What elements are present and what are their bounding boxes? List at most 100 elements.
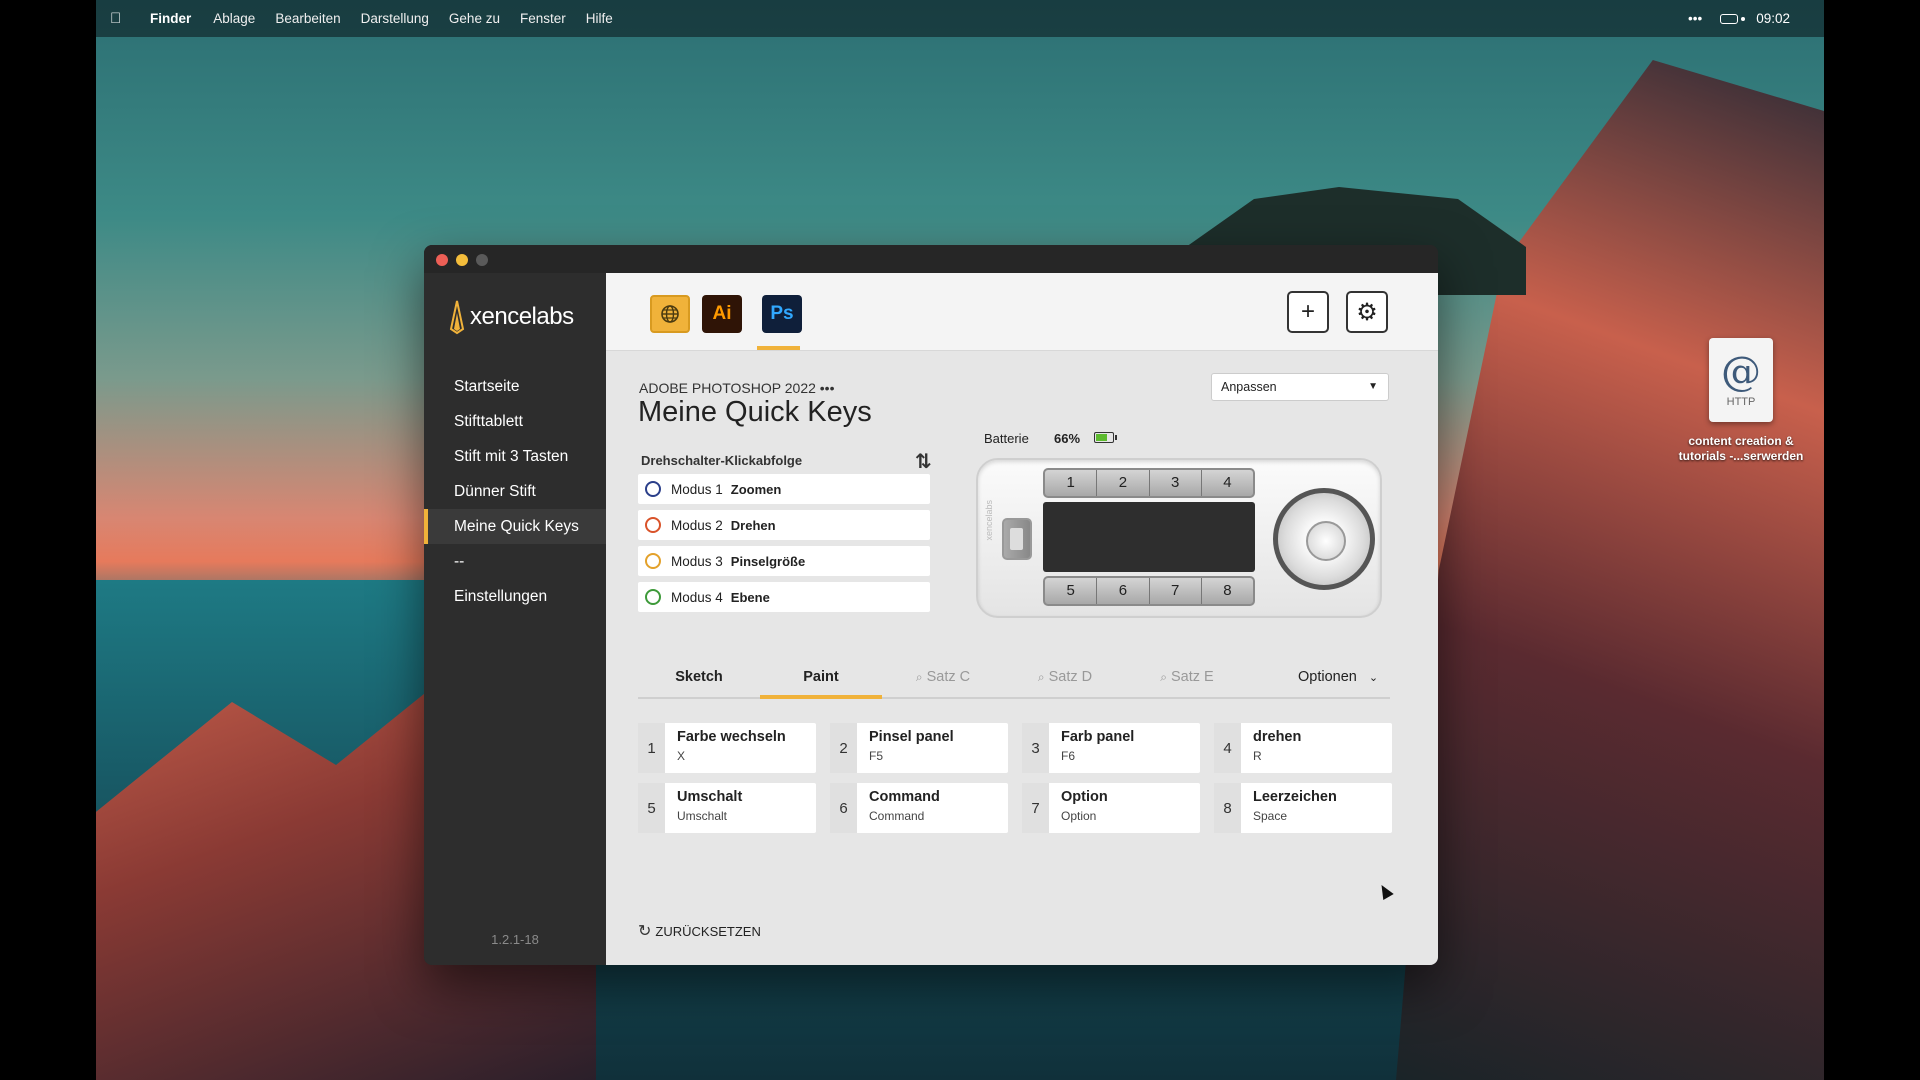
options-dropdown[interactable]: Optionen ⌄ <box>1298 657 1378 698</box>
remote-dial[interactable] <box>1273 488 1375 590</box>
desktop-file-icon[interactable]: @ HTTP content creation & tutorials -...… <box>1666 338 1816 464</box>
key-name: Command <box>869 789 940 805</box>
sidebar-item-duenner-stift[interactable]: Dünner Stift <box>424 474 606 509</box>
mode-label: Modus 3 <box>671 553 723 569</box>
file-type-label: HTTP <box>1726 396 1756 408</box>
tab-satz-d[interactable]: ⌕ Satz D <box>1004 657 1126 697</box>
chevron-down-icon: ⌄ <box>1368 672 1379 684</box>
dial-mode-3[interactable]: Modus 3 Pinselgröße <box>638 546 930 576</box>
sidebar-item-startseite[interactable]: Startseite <box>424 369 606 404</box>
tab-satz-c[interactable]: ⌕ Satz C <box>882 657 1004 697</box>
menu-ablage[interactable]: Ablage <box>213 11 255 26</box>
set-tabs: Sketch Paint ⌕ Satz C ⌕ Satz D ⌕ Satz E Opt… <box>638 657 1390 699</box>
desktop-file-label-line1: content creation & <box>1688 434 1794 448</box>
flame-logo-icon <box>449 300 465 335</box>
key-number: 6 <box>830 783 857 833</box>
tab-paint[interactable]: Paint <box>760 657 882 699</box>
menu-darstellung[interactable]: Darstellung <box>361 11 429 26</box>
reorder-icon[interactable]: ⇅ <box>915 449 932 474</box>
desktop-file-label-line2: tutorials -...serwerden <box>1678 449 1804 463</box>
http-file-icon: @ HTTP <box>1709 338 1773 422</box>
illustrator-app-tab[interactable]: Ai <box>702 295 742 333</box>
global-app-tab[interactable] <box>650 295 690 333</box>
page-title: Meine Quick Keys <box>638 396 872 428</box>
menu-clock[interactable]: 09:02 <box>1756 11 1790 26</box>
quick-key-3[interactable]: 3 Farb panel F6 <box>1022 723 1200 773</box>
close-window-button[interactable] <box>436 254 448 266</box>
sidebar-item-placeholder[interactable]: -- <box>424 544 606 579</box>
remote-key-4[interactable]: 4 <box>1202 470 1253 496</box>
quick-key-6[interactable]: 6 Command Command <box>830 783 1008 833</box>
key-number: 4 <box>1214 723 1241 773</box>
key-shortcut: Option <box>1061 809 1097 823</box>
key-name: Pinsel panel <box>869 729 954 745</box>
quick-key-1[interactable]: 1 Farbe wechseln X <box>638 723 816 773</box>
remote-key-6[interactable]: 6 <box>1097 578 1150 604</box>
reset-button[interactable]: ↻ ZURÜCKSETZEN <box>638 921 761 941</box>
battery-label: Batterie <box>984 431 1029 446</box>
quick-key-8[interactable]: 8 Leerzeichen Space <box>1214 783 1392 833</box>
current-app-name[interactable]: ADOBE PHOTOSHOP 2022 ••• <box>639 380 834 396</box>
tab-sketch[interactable]: Sketch <box>638 657 760 697</box>
sidebar-item-stift-mit-3-tasten[interactable]: Stift mit 3 Tasten <box>424 439 606 474</box>
key-shortcut: X <box>677 749 686 763</box>
key-name: Option <box>1061 789 1108 805</box>
sidebar-item-einstellungen[interactable]: Einstellungen <box>424 579 606 614</box>
remote-key-8[interactable]: 8 <box>1202 578 1253 604</box>
remote-key-5[interactable]: 5 <box>1045 578 1098 604</box>
xencelabs-window: xencelabs Startseite Stifttablett Stift … <box>424 245 1438 965</box>
reset-label: ZURÜCKSETZEN <box>655 923 761 939</box>
add-app-button[interactable]: + <box>1287 291 1329 333</box>
quick-key-5[interactable]: 5 Umschalt Umschalt <box>638 783 816 833</box>
key-number: 8 <box>1214 783 1241 833</box>
menu-app-name[interactable]: Finder <box>150 11 191 26</box>
minimize-window-button[interactable] <box>456 254 468 266</box>
remote-key-7[interactable]: 7 <box>1150 578 1202 604</box>
tab-label: Satz C <box>926 669 971 685</box>
menu-bar:  Finder Ablage Bearbeiten Darstellung G… <box>96 0 1824 37</box>
photoshop-app-tab[interactable]: Ps <box>762 295 802 333</box>
key-name: Leerzeichen <box>1253 789 1337 805</box>
tab-label: Satz E <box>1171 669 1214 685</box>
remote-key-2[interactable]: 2 <box>1097 470 1150 496</box>
dial-mode-1[interactable]: Modus 1 Zoomen <box>638 474 930 504</box>
dial-mode-4[interactable]: Modus 4 Ebene <box>638 582 930 612</box>
battery-percent: 66% <box>1054 431 1081 446</box>
tab-satz-e[interactable]: ⌕ Satz E <box>1126 657 1248 697</box>
profile-select[interactable]: Anpassen ▼ <box>1211 373 1389 401</box>
mode-label: Modus 1 <box>671 481 723 497</box>
link-icon: ⌕ <box>915 670 923 684</box>
key-shortcut: Umschalt <box>677 809 728 823</box>
key-number: 2 <box>830 723 857 773</box>
key-name: Umschalt <box>677 789 743 805</box>
remote-top-keys: 1 2 3 4 <box>1043 468 1255 498</box>
remote-bottom-keys: 5 6 7 8 <box>1043 576 1255 606</box>
mode-label: Modus 4 <box>671 589 723 605</box>
menu-gehe-zu[interactable]: Gehe zu <box>449 11 500 26</box>
remote-brand-label: xencelabs <box>984 500 994 541</box>
zoom-window-button[interactable] <box>476 254 488 266</box>
options-label: Optionen <box>1298 669 1357 685</box>
quick-key-4[interactable]: 4 drehen R <box>1214 723 1392 773</box>
window-titlebar[interactable] <box>424 245 1438 273</box>
more-icon[interactable]: ••• <box>1688 11 1702 26</box>
remote-key-1[interactable]: 1 <box>1045 470 1098 496</box>
selected-app-indicator <box>757 346 800 350</box>
menu-hilfe[interactable]: Hilfe <box>586 11 613 26</box>
control-center-icon[interactable] <box>1720 13 1746 24</box>
sidebar-item-stifttablett[interactable]: Stifttablett <box>424 404 606 439</box>
remote-display <box>1043 502 1255 572</box>
sidebar-item-meine-quick-keys[interactable]: Meine Quick Keys <box>424 509 606 544</box>
settings-button[interactable]: ⚙ <box>1346 291 1388 333</box>
quick-key-2[interactable]: 2 Pinsel panel F5 <box>830 723 1008 773</box>
key-shortcut: R <box>1253 749 1262 763</box>
apple-icon[interactable]:  <box>110 10 140 27</box>
remote-set-button[interactable] <box>1002 518 1032 560</box>
dial-mode-2[interactable]: Modus 2 Drehen <box>638 510 930 540</box>
remote-key-3[interactable]: 3 <box>1150 470 1202 496</box>
quick-key-7[interactable]: 7 Option Option <box>1022 783 1200 833</box>
menu-fenster[interactable]: Fenster <box>520 11 566 26</box>
key-number: 5 <box>638 783 665 833</box>
chevron-down-icon: ▼ <box>1368 381 1378 392</box>
menu-bearbeiten[interactable]: Bearbeiten <box>275 11 340 26</box>
